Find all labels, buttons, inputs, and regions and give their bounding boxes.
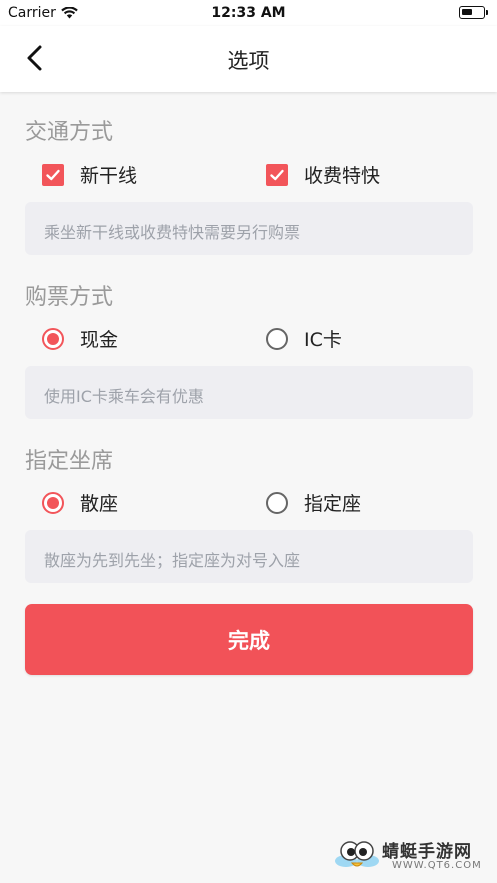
- option-label: 指定座: [304, 493, 362, 515]
- option-label: 收费特快: [304, 165, 381, 187]
- dragonfly-logo-icon: [335, 841, 379, 867]
- radio-selected-icon[interactable]: [42, 327, 64, 350]
- option-label: 新干线: [80, 165, 138, 187]
- option-reserved-seat[interactable]: 指定座: [266, 489, 361, 516]
- nav-bar: 选项: [0, 26, 497, 92]
- page-title: 选项: [227, 49, 270, 73]
- watermark-url: WWW.QT6.COM: [392, 860, 482, 871]
- battery-icon: [459, 6, 488, 19]
- done-button[interactable]: 完成: [25, 604, 473, 675]
- section-title-transport: 交通方式: [25, 120, 114, 145]
- option-cash[interactable]: 现金: [42, 325, 118, 352]
- seat-note: 散座为先到先坐；指定座为对号入座: [25, 530, 473, 583]
- watermark: 蜻蜓手游网 WWW.QT6.COM: [334, 835, 489, 877]
- radio-unselected-icon[interactable]: [266, 327, 288, 350]
- clock: 12:33 AM: [211, 5, 286, 21]
- ticket-note: 使用IC卡乘车会有优惠: [25, 366, 473, 419]
- option-label: IC卡: [304, 329, 342, 351]
- option-ic-card[interactable]: IC卡: [266, 325, 342, 352]
- checkbox-checked-icon[interactable]: [42, 163, 64, 186]
- transport-note: 乘坐新干线或收费特快需要另行购票: [25, 202, 473, 255]
- option-free-seat[interactable]: 散座: [42, 489, 118, 516]
- radio-unselected-icon[interactable]: [266, 491, 288, 514]
- section-title-seat: 指定坐席: [25, 449, 114, 474]
- option-shinkansen[interactable]: 新干线: [42, 161, 137, 188]
- option-label: 现金: [80, 329, 119, 351]
- option-limited-express[interactable]: 收费特快: [266, 161, 380, 188]
- watermark-name: 蜻蜓手游网: [382, 842, 472, 862]
- section-title-ticket: 购票方式: [25, 285, 114, 310]
- option-label: 散座: [80, 493, 119, 515]
- status-bar: Carrier 12:33 AM: [0, 0, 497, 26]
- checkbox-checked-icon[interactable]: [266, 163, 288, 186]
- radio-selected-icon[interactable]: [42, 491, 64, 514]
